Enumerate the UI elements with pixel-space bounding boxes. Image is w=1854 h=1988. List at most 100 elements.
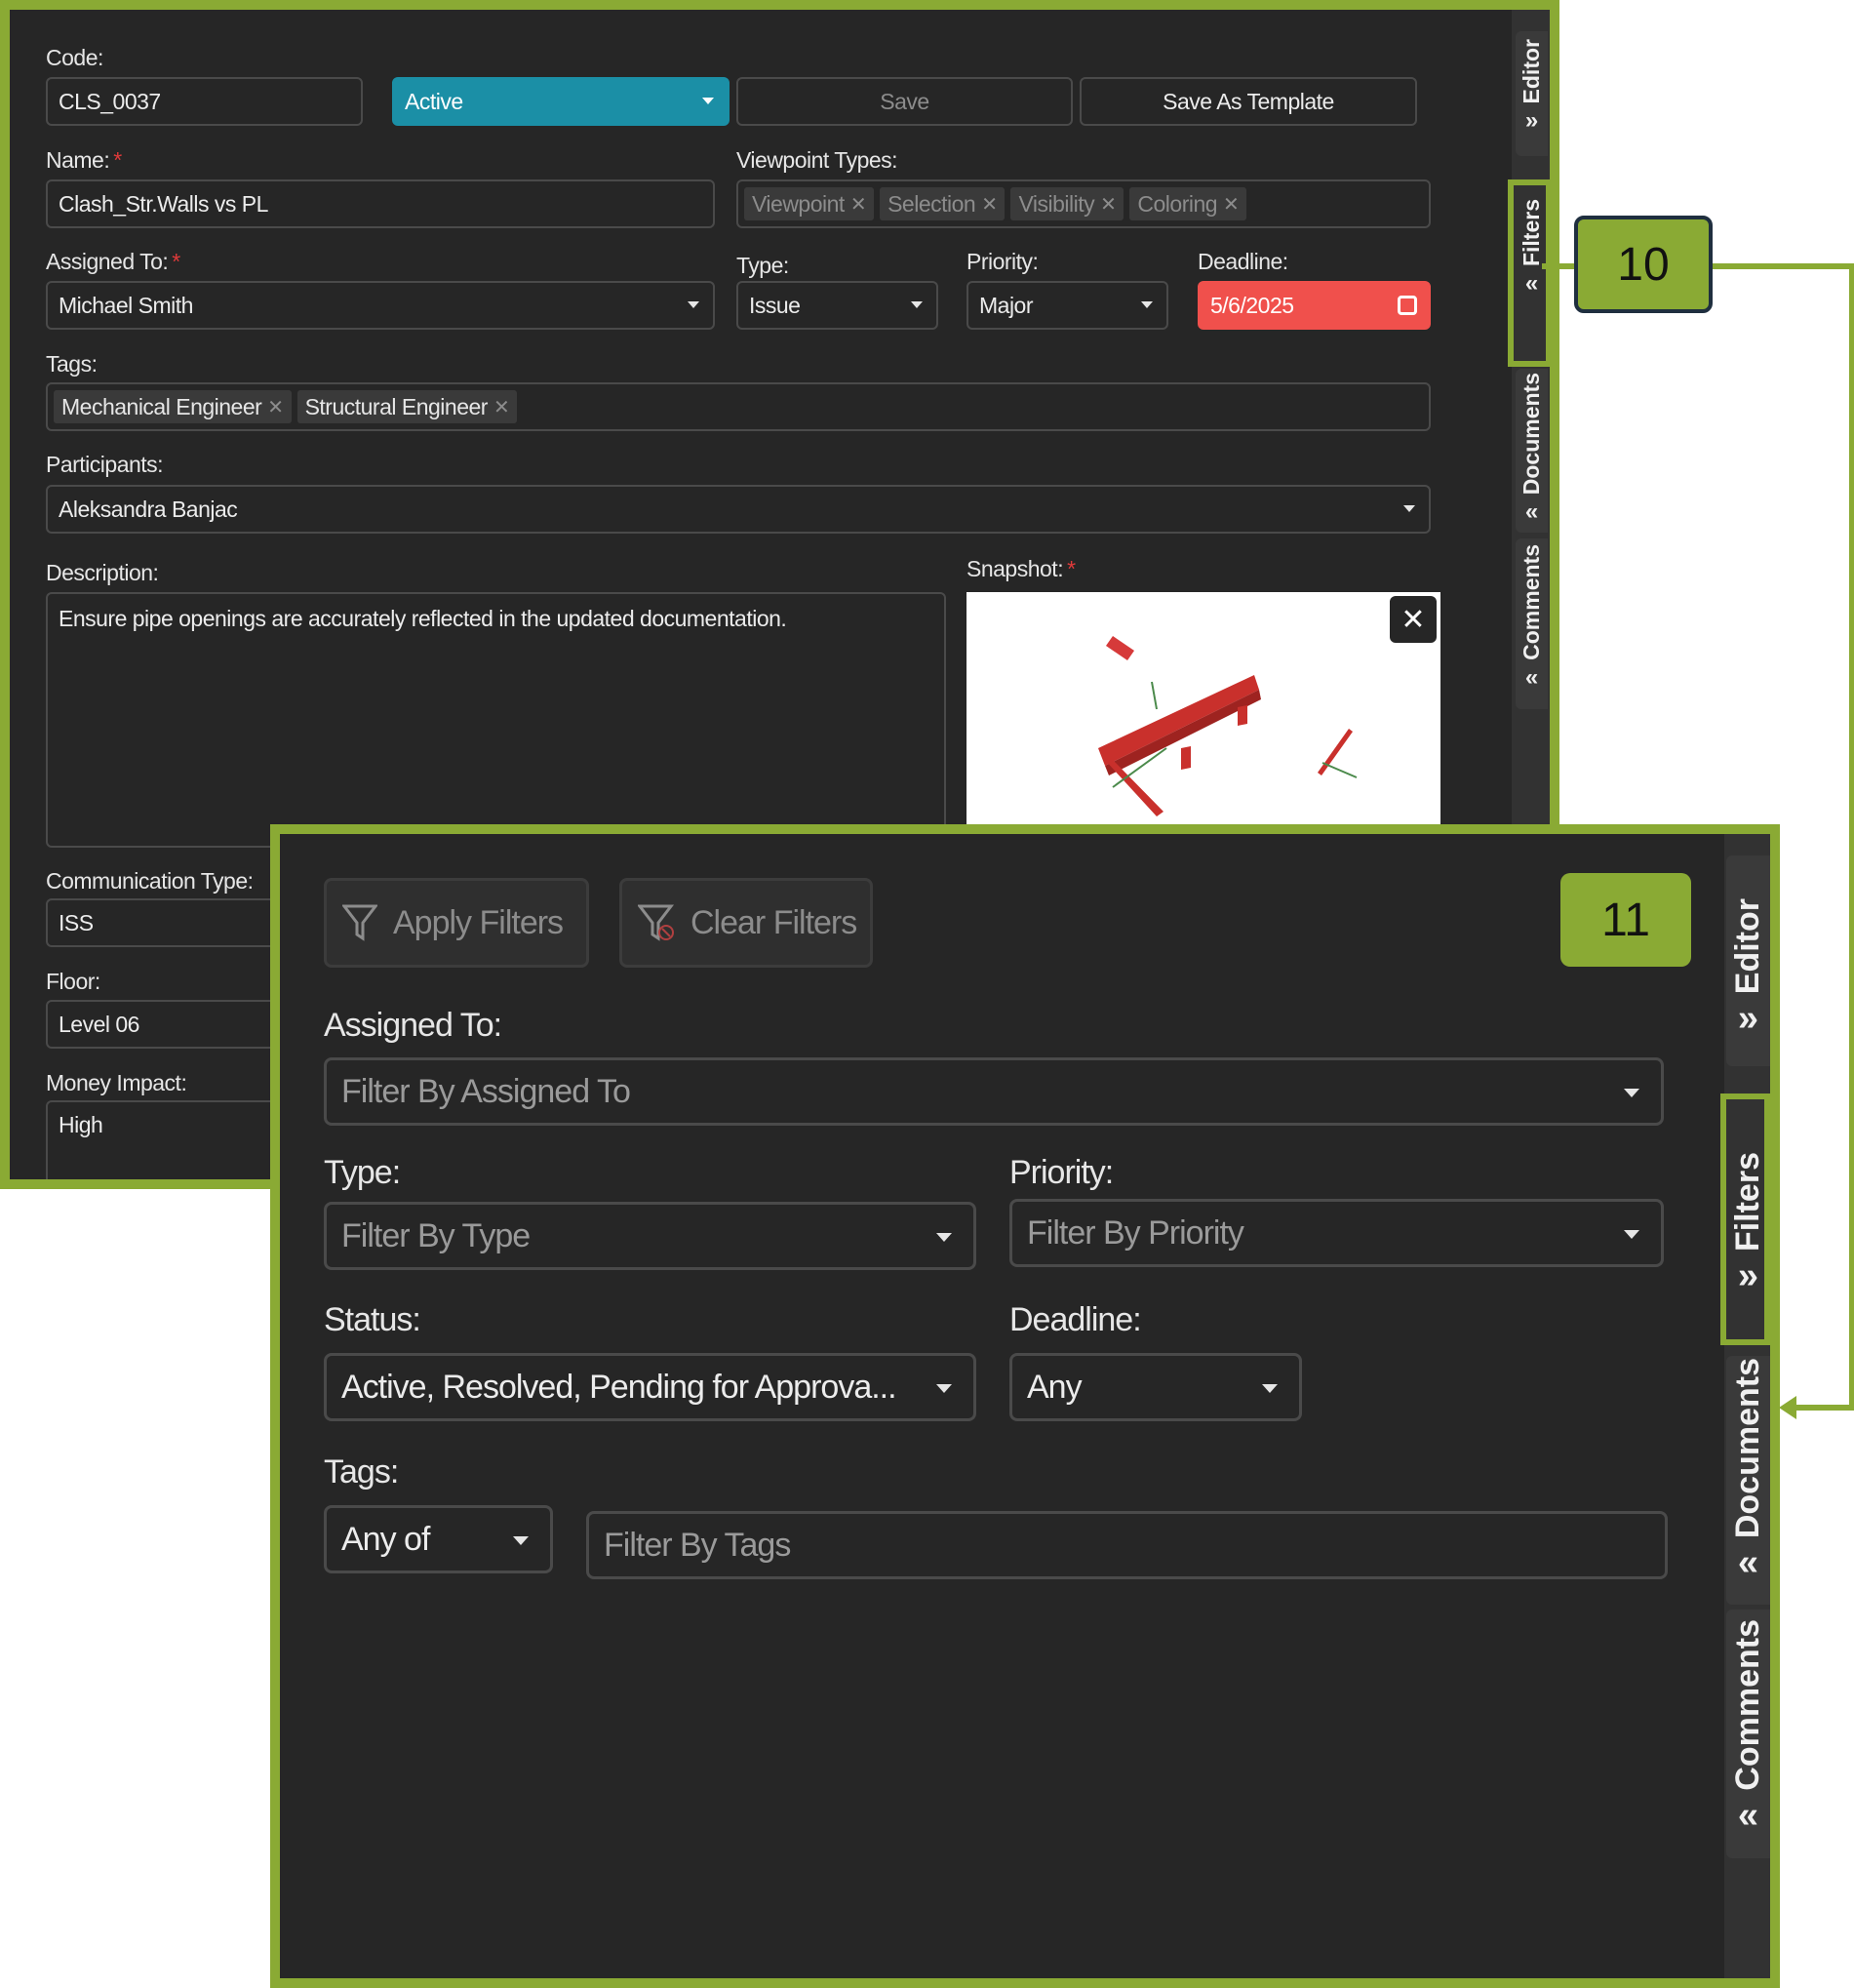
viewpoint-type-label: Selection: [888, 190, 976, 217]
chevron-down-icon: [911, 301, 923, 308]
code-value: CLS_0037: [59, 88, 161, 114]
tags-field[interactable]: Mechanical Engineer ✕ Structural Engineer ✕: [46, 382, 1431, 431]
status-value: Active: [405, 88, 463, 114]
filter-tags-label: Tags:: [324, 1453, 399, 1491]
clear-filter-icon: [638, 904, 675, 941]
chevron-down-icon: [1624, 1230, 1639, 1239]
filter-icon: [342, 904, 377, 941]
deadline-value: 5/6/2025: [1210, 292, 1294, 318]
filter-deadline-value: Any: [1027, 1368, 1083, 1406]
description-textarea[interactable]: Ensure pipe openings are accurately refl…: [46, 592, 946, 848]
description-label: Description:: [46, 560, 159, 585]
filter-priority-dropdown[interactable]: Filter By Priority: [1009, 1199, 1664, 1267]
priority-value: Major: [979, 292, 1034, 318]
communication-type-label: Communication Type:: [46, 868, 254, 894]
tab-comments[interactable]: Comments «: [1516, 538, 1548, 709]
chevron-double-right-icon: »: [1524, 107, 1539, 135]
tag-chip: Structural Engineer ✕: [296, 390, 518, 423]
code-input[interactable]: CLS_0037: [46, 77, 363, 126]
filter-priority-placeholder: Filter By Priority: [1027, 1213, 1244, 1252]
save-button[interactable]: Save: [736, 77, 1073, 126]
filter-status-value: Active, Resolved, Pending for Approva...: [341, 1368, 897, 1406]
tab-editor-label: Editor: [1729, 898, 1766, 995]
chevron-down-icon: [702, 98, 714, 104]
filter-assigned-dropdown[interactable]: Filter By Assigned To: [324, 1057, 1664, 1126]
chevron-double-right-icon: »: [1737, 998, 1759, 1040]
status-dropdown[interactable]: Active: [392, 77, 730, 126]
chevron-down-icon: [513, 1536, 529, 1545]
tab-comments-label: Comments: [1519, 544, 1544, 660]
save-button-label: Save: [880, 88, 929, 114]
tab-comments[interactable]: Comments «: [1726, 1610, 1770, 1858]
filter-status-label: Status:: [324, 1301, 421, 1338]
chevron-double-left-icon: «: [1737, 1542, 1759, 1584]
clear-filters-button[interactable]: Clear Filters: [619, 878, 873, 968]
participants-dropdown[interactable]: Aleksandra Banjac: [46, 485, 1431, 534]
tab-documents-label: Documents: [1729, 1358, 1766, 1539]
tab-editor[interactable]: Editor »: [1516, 31, 1548, 156]
filters-panel: Apply Filters Clear Filters 11 Assigned …: [270, 824, 1780, 1988]
tab-comments-label: Comments: [1729, 1619, 1766, 1791]
tag-chip-label: Structural Engineer: [304, 393, 489, 419]
filters-tab-highlight: [1720, 1093, 1770, 1345]
floor-value: Level 06: [59, 1011, 139, 1037]
name-value: Clash_Str.Walls vs PL: [59, 190, 268, 217]
money-impact-value: High: [59, 1112, 103, 1137]
tab-documents[interactable]: Documents «: [1726, 1356, 1770, 1605]
filter-status-dropdown[interactable]: Active, Resolved, Pending for Approva...: [324, 1353, 976, 1421]
assigned-label: Assigned To: *: [46, 249, 180, 274]
description-value: Ensure pipe openings are accurately refl…: [59, 606, 787, 631]
chevron-down-icon: [936, 1384, 952, 1393]
tab-documents[interactable]: Documents «: [1516, 369, 1548, 533]
remove-tag-icon[interactable]: ✕: [267, 395, 284, 419]
chevron-double-left-icon: «: [1524, 498, 1539, 526]
chevron-down-icon: [1141, 301, 1153, 308]
apply-filters-button[interactable]: Apply Filters: [324, 878, 589, 968]
connector-line: [1849, 263, 1854, 1411]
snapshot-label: Snapshot: *: [966, 556, 1076, 581]
close-icon[interactable]: ✕: [1390, 596, 1437, 643]
type-dropdown[interactable]: Issue: [736, 281, 938, 330]
viewpoint-type-chip: Selection ✕: [880, 187, 1006, 220]
tab-editor-label: Editor: [1519, 39, 1544, 104]
remove-icon: ✕: [981, 193, 998, 216]
filter-tags-input[interactable]: Filter By Tags: [586, 1511, 1668, 1579]
chevron-double-left-icon: «: [1737, 1794, 1759, 1836]
apply-filters-label: Apply Filters: [393, 903, 564, 941]
tag-chip-label: Mechanical Engineer: [61, 393, 262, 419]
chevron-down-icon: [1262, 1384, 1278, 1393]
chevron-down-icon: [936, 1233, 952, 1242]
tags-label: Tags:: [46, 351, 98, 377]
remove-tag-icon[interactable]: ✕: [493, 395, 510, 419]
assigned-to-dropdown[interactable]: Michael Smith: [46, 281, 715, 330]
callout-10-label: 10: [1617, 238, 1670, 291]
type-label: Type:: [736, 253, 789, 278]
remove-icon: ✕: [1100, 193, 1117, 216]
name-label: Name: *: [46, 147, 122, 173]
tag-chip: Mechanical Engineer ✕: [54, 390, 292, 423]
filter-tags-mode-dropdown[interactable]: Any of: [324, 1505, 553, 1573]
deadline-label: Deadline:: [1198, 249, 1288, 274]
filter-tags-mode-value: Any of: [341, 1520, 430, 1558]
filter-deadline-dropdown[interactable]: Any: [1009, 1353, 1302, 1421]
required-mark: *: [113, 147, 122, 173]
save-as-template-button[interactable]: Save As Template: [1080, 77, 1417, 126]
calendar-icon[interactable]: [1398, 296, 1417, 315]
callout-11: 11: [1560, 873, 1691, 967]
callout-11-label: 11: [1601, 894, 1650, 946]
filter-type-dropdown[interactable]: Filter By Type: [324, 1202, 976, 1270]
participants-value: Aleksandra Banjac: [59, 496, 238, 522]
money-impact-label: Money Impact:: [46, 1070, 187, 1095]
floor-label: Floor:: [46, 969, 100, 994]
connector-line: [1542, 263, 1574, 269]
remove-icon: ✕: [1223, 193, 1240, 216]
name-input[interactable]: Clash_Str.Walls vs PL: [46, 179, 715, 228]
filter-deadline-label: Deadline:: [1009, 1301, 1142, 1338]
callout-10: 10: [1574, 216, 1713, 313]
priority-dropdown[interactable]: Major: [966, 281, 1168, 330]
arrow-head-icon: [1779, 1396, 1796, 1419]
chevron-down-icon: [1624, 1089, 1639, 1097]
tab-editor[interactable]: Editor »: [1726, 855, 1770, 1066]
deadline-picker[interactable]: 5/6/2025: [1198, 281, 1431, 330]
filter-type-label: Type:: [324, 1154, 401, 1191]
